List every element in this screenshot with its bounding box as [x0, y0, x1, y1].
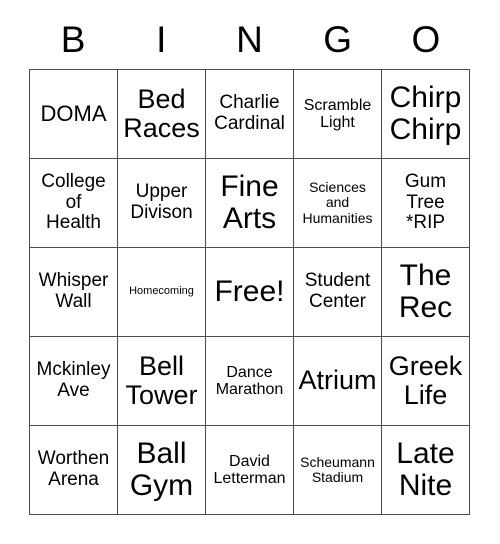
- bingo-cell-label: David Letterman: [213, 452, 286, 487]
- bingo-cell-label: Atrium: [298, 365, 377, 396]
- bingo-header-letter-b: B: [60, 18, 86, 60]
- bingo-cell-label: Bell Tower: [125, 350, 198, 410]
- bingo-cell[interactable]: Student Center: [294, 248, 382, 337]
- bingo-cell-label: Whisper Wall: [38, 270, 109, 312]
- bingo-cell-label: Late Nite: [396, 436, 455, 502]
- bingo-cell[interactable]: Dance Marathon: [206, 337, 294, 426]
- bingo-cell[interactable]: Homecoming: [118, 248, 206, 337]
- bingo-cell[interactable]: Upper Divison: [118, 159, 206, 248]
- bingo-cell-label: Student Center: [304, 270, 371, 312]
- bingo-cell[interactable]: Late Nite: [382, 426, 470, 515]
- bingo-grid: DOMA Bed Races Charlie Cardinal Scramble Li…: [29, 69, 470, 515]
- bingo-cell-label: Chirp Chirp: [389, 80, 462, 146]
- bingo-card: B I N G O DOMA Bed Races Charlie Cardinal Scram…: [0, 0, 500, 544]
- bingo-cell-label: The Rec: [398, 258, 453, 324]
- bingo-cell[interactable]: Gum Tree *RIP: [382, 159, 470, 248]
- bingo-cell-label: Worthen Arena: [37, 448, 110, 490]
- bingo-cell-label: Gum Tree *RIP: [404, 171, 447, 234]
- bingo-cell[interactable]: Whisper Wall: [30, 248, 118, 337]
- bingo-cell[interactable]: Mckinley Ave: [30, 337, 118, 426]
- bingo-cell-label: Bed Races: [123, 83, 200, 143]
- bingo-cell[interactable]: Scheumann Stadium: [294, 426, 382, 515]
- bingo-cell-label: Ball Gym: [129, 436, 194, 502]
- bingo-cell[interactable]: DOMA: [30, 70, 118, 159]
- bingo-cell-label: DOMA: [40, 101, 107, 127]
- bingo-free-space-cell[interactable]: Free!: [206, 248, 294, 337]
- bingo-cell[interactable]: Bell Tower: [118, 337, 206, 426]
- bingo-cell[interactable]: Atrium: [294, 337, 382, 426]
- bingo-cell[interactable]: Ball Gym: [118, 426, 206, 515]
- bingo-cell[interactable]: Sciences and Humanities: [294, 159, 382, 248]
- bingo-cell[interactable]: Bed Races: [118, 70, 206, 159]
- bingo-cell[interactable]: Charlie Cardinal: [206, 70, 294, 159]
- bingo-header-row: BINGO: [29, 14, 470, 64]
- bingo-header-letter-n: N: [236, 18, 263, 60]
- bingo-cell-label: Mckinley Ave: [36, 359, 111, 401]
- bingo-cell-label: Scheumann Stadium: [300, 453, 375, 485]
- bingo-cell-label: Dance Marathon: [215, 363, 284, 398]
- bingo-cell[interactable]: The Rec: [382, 248, 470, 337]
- bingo-header-letter-i: I: [156, 18, 167, 60]
- bingo-header-letter-g: G: [323, 18, 353, 60]
- bingo-cell[interactable]: Chirp Chirp: [382, 70, 470, 159]
- bingo-cell-label: Greek Life: [388, 350, 463, 410]
- bingo-cell-label: Charlie Cardinal: [214, 92, 285, 134]
- bingo-cell[interactable]: Scramble Light: [294, 70, 382, 159]
- bingo-cell[interactable]: Greek Life: [382, 337, 470, 426]
- bingo-cell-label: College of Health: [41, 171, 106, 234]
- bingo-cell-label: Sciences and Humanities: [302, 179, 373, 226]
- bingo-cell[interactable]: David Letterman: [206, 426, 294, 515]
- bingo-cell[interactable]: Worthen Arena: [30, 426, 118, 515]
- bingo-cell-label: Fine Arts: [220, 169, 279, 235]
- bingo-header-letter-o: O: [411, 18, 441, 60]
- bingo-cell-label: Scramble Light: [303, 96, 372, 131]
- bingo-cell-label: Free!: [214, 274, 285, 308]
- bingo-cell-label: Homecoming: [129, 285, 194, 298]
- bingo-cell[interactable]: Fine Arts: [206, 159, 294, 248]
- bingo-cell[interactable]: College of Health: [30, 159, 118, 248]
- bingo-cell-label: Upper Divison: [130, 181, 193, 223]
